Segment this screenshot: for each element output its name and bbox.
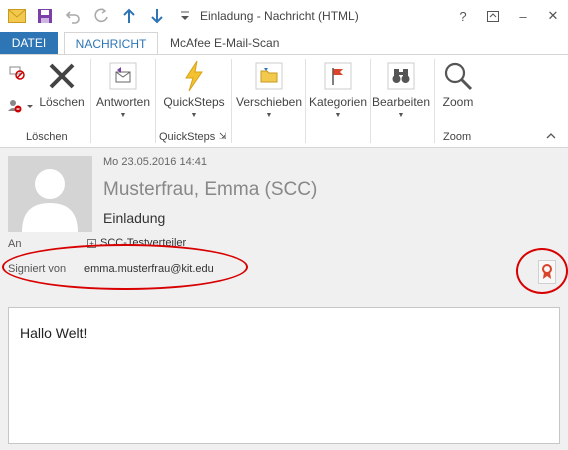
lightning-icon (177, 59, 211, 93)
group-label-quicksteps: QuickSteps (159, 131, 216, 143)
group-separator (90, 59, 91, 143)
quicksteps-button[interactable]: QuickSteps ▼ (160, 59, 228, 119)
dialog-launcher-icon[interactable]: ⇲ (219, 131, 227, 142)
window-title: Einladung - Nachricht (HTML) (200, 9, 359, 23)
undo-icon[interactable] (62, 5, 84, 27)
message-body[interactable]: Hallo Welt! (8, 307, 560, 444)
group-separator (155, 59, 156, 143)
zoom-button[interactable]: Zoom (438, 59, 478, 109)
reply-button[interactable]: Antworten ▼ (94, 59, 152, 119)
title-bar: Einladung - Nachricht (HTML) ? – ✕ (0, 0, 568, 32)
ignore-button[interactable] (6, 61, 28, 83)
chevron-down-icon: ▼ (397, 112, 405, 119)
edit-button[interactable]: Bearbeiten ▼ (370, 59, 432, 119)
avatar (8, 156, 92, 232)
mail-icon (6, 5, 28, 27)
signed-by-value: emma.musterfrau@kit.edu (84, 263, 214, 275)
group-label-delete: Löschen (26, 131, 68, 143)
collapse-ribbon-icon[interactable] (546, 131, 556, 142)
categories-label: Kategorien (308, 95, 368, 109)
group-separator (231, 59, 232, 143)
group-label-zoom: Zoom (443, 131, 472, 143)
arrow-up-icon[interactable] (118, 5, 140, 27)
quicksteps-label: QuickSteps (163, 95, 225, 109)
redo-icon[interactable] (90, 5, 112, 27)
help-button[interactable]: ? (448, 0, 478, 32)
delete-label: Löschen (39, 95, 85, 109)
message-body-text: Hallo Welt! (20, 325, 88, 341)
reply-icon (106, 59, 140, 93)
edit-label: Bearbeiten (371, 95, 431, 109)
binoculars-icon (384, 59, 418, 93)
delete-x-icon (45, 59, 79, 93)
reading-pane: Hallo Welt! (0, 299, 568, 450)
to-recipient[interactable]: + SCC-Testverteiler (87, 237, 186, 249)
move-button[interactable]: Verschieben ▼ (236, 59, 302, 119)
cleanup-button[interactable] (6, 95, 36, 117)
save-icon[interactable] (34, 5, 56, 27)
ignore-icon (6, 61, 28, 83)
magnifier-icon (441, 59, 475, 93)
cleanup-icon (6, 95, 36, 117)
to-label: An (8, 238, 22, 250)
digital-signature-icon[interactable] (538, 260, 556, 284)
ribbon: Löschen Löschen Antworten ▼ QuickSteps ▼… (0, 54, 568, 148)
chevron-down-icon: ▼ (334, 112, 342, 119)
message-subject: Einladung (103, 210, 166, 226)
sender-name[interactable]: Musterfrau, Emma (SCC) (103, 179, 317, 201)
categories-button[interactable]: Kategorien ▼ (308, 59, 368, 119)
tab-nachricht[interactable]: NACHRICHT (64, 32, 158, 55)
tab-mcafee[interactable]: McAfee E-Mail-Scan (170, 32, 310, 54)
message-header: Mo 23.05.2016 14:41 Musterfrau, Emma (SC… (0, 148, 568, 299)
customize-toolbar-icon[interactable] (174, 5, 196, 27)
minimize-button[interactable]: – (508, 0, 538, 32)
chevron-down-icon: ▼ (190, 112, 198, 119)
delete-button[interactable]: Löschen (38, 59, 86, 109)
move-folder-icon (252, 59, 286, 93)
ribbon-display-options-icon[interactable] (478, 0, 508, 32)
close-button[interactable]: ✕ (538, 0, 568, 32)
arrow-down-icon[interactable] (146, 5, 168, 27)
reply-label: Antworten (95, 95, 151, 109)
group-separator (434, 59, 435, 143)
chevron-down-icon: ▼ (119, 112, 127, 119)
to-recipient-name: SCC-Testverteiler (100, 237, 187, 249)
tab-datei[interactable]: DATEI (0, 32, 58, 54)
message-date: Mo 23.05.2016 14:41 (103, 156, 207, 168)
ribbon-tabs: DATEI NACHRICHT McAfee E-Mail-Scan (0, 32, 568, 55)
signed-by-label: Signiert von (8, 263, 67, 275)
flag-icon (321, 59, 355, 93)
move-label: Verschieben (235, 95, 303, 109)
group-separator (305, 59, 306, 143)
expand-icon[interactable]: + (87, 238, 96, 248)
chevron-down-icon: ▼ (265, 112, 273, 119)
zoom-label: Zoom (442, 95, 474, 109)
quick-access-toolbar (0, 0, 202, 32)
